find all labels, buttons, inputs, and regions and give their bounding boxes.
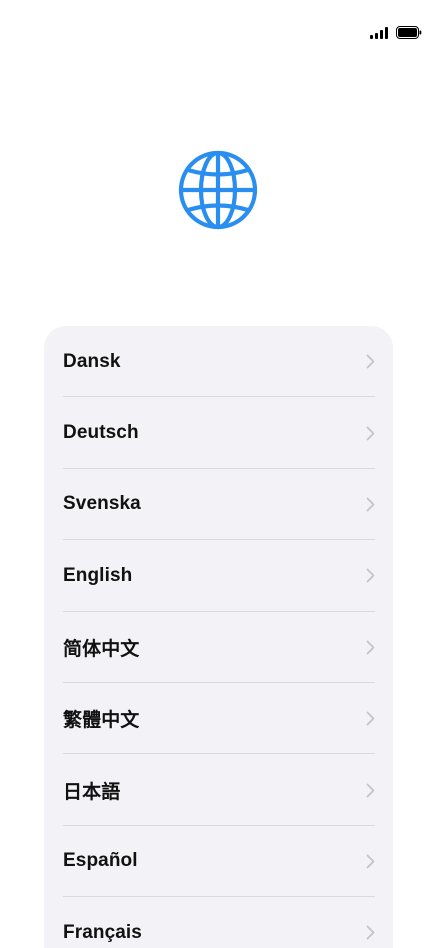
chevron-right-icon (366, 925, 375, 940)
language-option-traditional-chinese[interactable]: 繁體中文 (44, 683, 393, 755)
chevron-right-icon (366, 426, 375, 440)
language-label: 繁體中文 (63, 710, 140, 732)
language-option-francais[interactable]: Français (44, 897, 393, 948)
language-option-dansk[interactable]: Dansk (44, 326, 393, 398)
language-selection-screen: Dansk Deutsch Svenska English 简体中文 繁體中文 (0, 0, 437, 948)
language-option-english[interactable]: English (44, 540, 393, 612)
language-list-card: Dansk Deutsch Svenska English 简体中文 繁體中文 (44, 326, 393, 948)
status-bar (0, 0, 437, 64)
chevron-right-icon (366, 640, 375, 655)
chevron-right-icon (366, 783, 375, 797)
language-option-svenska[interactable]: Svenska (44, 469, 393, 541)
language-label: Français (63, 921, 142, 943)
chevron-right-icon (366, 711, 375, 726)
cellular-signal-icon (370, 26, 390, 39)
language-option-espanol[interactable]: Español (44, 826, 393, 898)
globe-icon (176, 148, 260, 232)
language-option-simplified-chinese[interactable]: 简体中文 (44, 612, 393, 684)
chevron-right-icon (366, 497, 375, 512)
chevron-right-icon (366, 854, 375, 869)
language-label: 简体中文 (63, 638, 140, 660)
battery-icon (396, 26, 422, 39)
language-option-japanese[interactable]: 日本語 (44, 754, 393, 827)
language-list: Dansk Deutsch Svenska English 简体中文 繁體中文 (44, 326, 393, 948)
language-label: English (63, 564, 133, 586)
language-label: Español (63, 850, 138, 872)
chevron-right-icon (366, 354, 375, 369)
language-label: Deutsch (63, 422, 139, 444)
chevron-right-icon (366, 568, 375, 583)
language-label: Dansk (63, 350, 121, 372)
language-option-deutsch[interactable]: Deutsch (44, 397, 393, 470)
language-label: Svenska (63, 493, 141, 515)
language-label: 日本語 (63, 781, 121, 803)
